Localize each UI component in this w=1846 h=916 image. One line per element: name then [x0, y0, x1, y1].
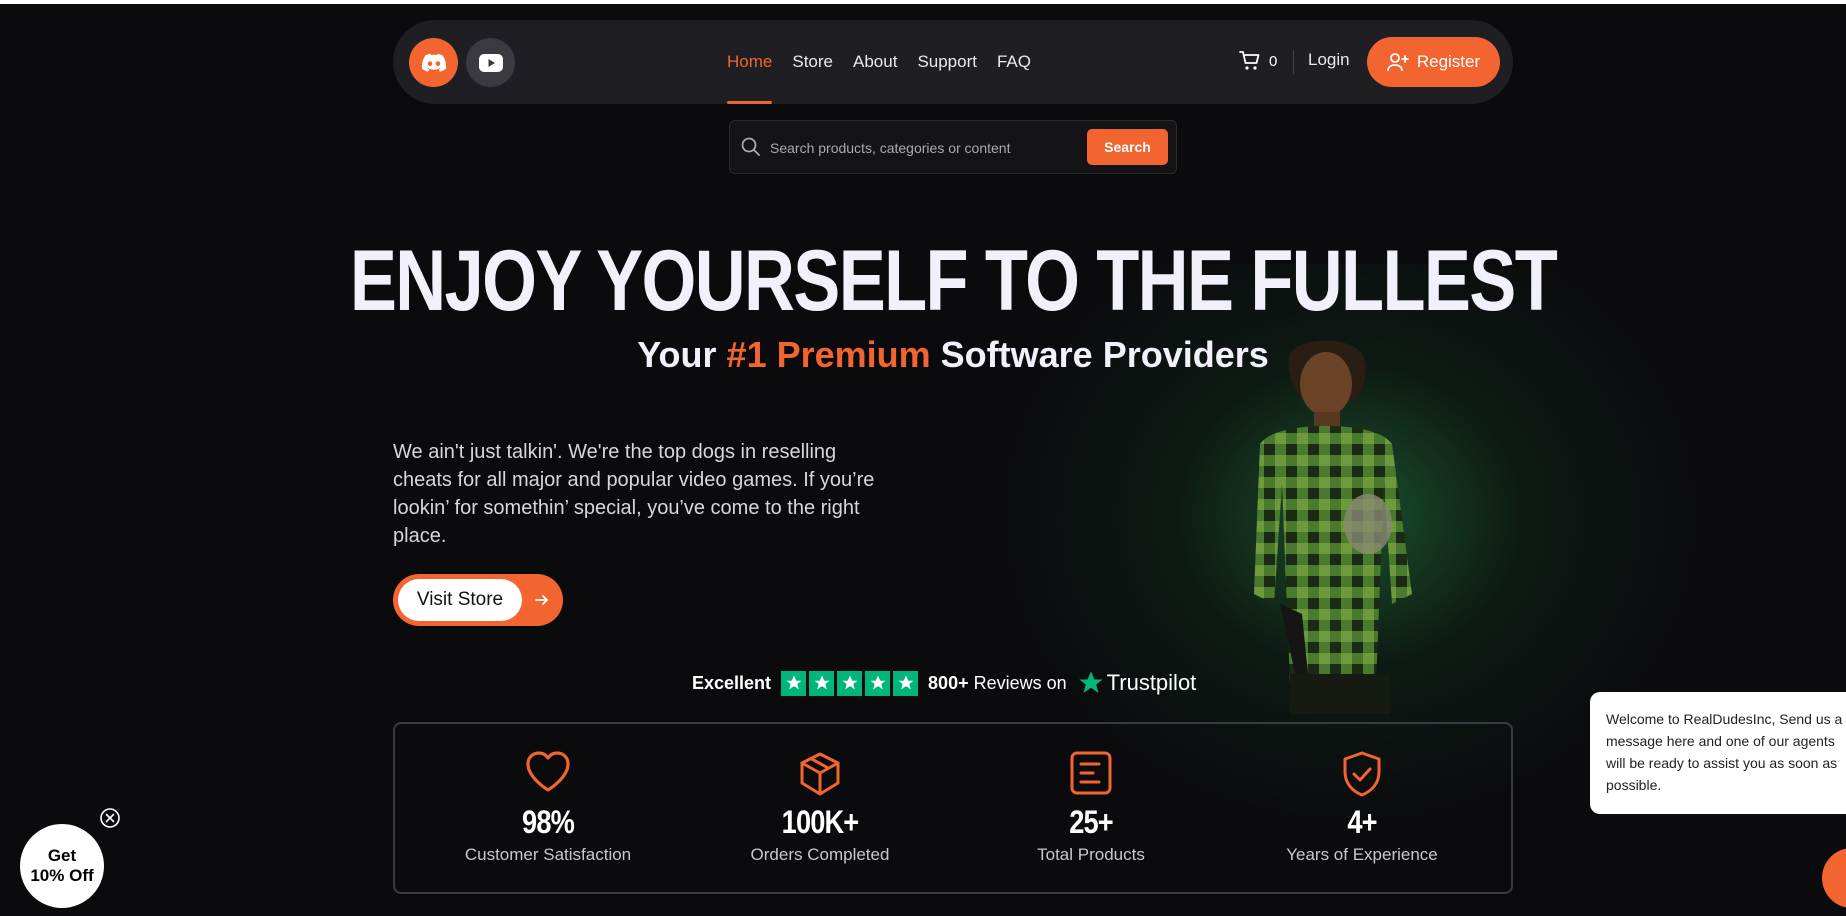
star-icon — [865, 670, 891, 696]
login-link[interactable]: Login — [1308, 50, 1350, 70]
discord-button[interactable] — [409, 38, 458, 87]
reviews-count: 800+ — [928, 672, 969, 693]
stat-value: 4+ — [1347, 804, 1377, 840]
stat-item: 100K+ Orders Completed — [710, 750, 930, 865]
nav-store[interactable]: Store — [792, 20, 833, 104]
stat-value: 100K+ — [781, 804, 860, 840]
chat-welcome-bubble[interactable]: Welcome to RealDudesInc, Send us a messa… — [1590, 692, 1846, 814]
hero-subheadline: Your #1 Premium Software Providers — [0, 334, 1846, 376]
discord-icon — [421, 53, 446, 72]
shield-check-icon — [1343, 751, 1381, 797]
search-icon — [741, 137, 760, 156]
arrow-right-icon — [535, 595, 548, 605]
discount-line1: Get — [47, 846, 77, 865]
stat-label: Orders Completed — [750, 845, 890, 864]
list-icon — [1070, 751, 1112, 795]
cart-button[interactable]: 0 — [1239, 50, 1277, 72]
visit-store-label: Visit Store — [398, 579, 522, 621]
trustpilot-badge[interactable]: Excellent 800+ Reviews on Trustpilot — [692, 666, 1196, 700]
cart-icon — [1239, 51, 1260, 70]
nav-divider — [1293, 50, 1294, 74]
star-icon — [809, 670, 835, 696]
stats-panel: 98% Customer Satisfaction 100K+ Orders C… — [393, 722, 1513, 894]
sub-accent: #1 Premium — [726, 334, 931, 375]
user-plus-icon — [1386, 53, 1409, 72]
stat-item: 4+ Years of Experience — [1252, 750, 1472, 865]
nav-about[interactable]: About — [853, 20, 897, 104]
register-button[interactable]: Register — [1367, 37, 1500, 87]
rating-stars — [781, 670, 919, 696]
trustpilot-star-icon — [1078, 671, 1103, 693]
heart-icon — [526, 751, 570, 792]
stat-value: 25+ — [1069, 804, 1113, 840]
star-icon — [837, 670, 863, 696]
box-icon — [800, 752, 840, 796]
discount-badge[interactable]: Get 10% Off — [20, 824, 104, 908]
stat-item: 25+ Total Products — [981, 750, 1201, 865]
hero-blurb: We ain't just talkin'. We're the top dog… — [393, 441, 875, 547]
top-navbar: Home Store About Support FAQ 0 Login Reg… — [393, 20, 1513, 104]
youtube-icon — [478, 53, 503, 72]
sub-suffix: Software Providers — [930, 334, 1269, 375]
stat-label: Total Products — [1037, 845, 1145, 864]
nav-support[interactable]: Support — [917, 20, 977, 104]
nav-faq[interactable]: FAQ — [997, 20, 1031, 104]
discount-line2: 10% Off — [30, 866, 94, 885]
sub-prefix: Your — [637, 334, 727, 375]
main-menu: Home Store About Support FAQ — [727, 20, 1031, 104]
search-bar: Search — [729, 120, 1177, 174]
rating-word: Excellent — [692, 672, 772, 693]
visit-store-button[interactable]: Visit Store — [393, 574, 563, 626]
register-label: Register — [1416, 52, 1481, 71]
star-icon — [781, 670, 807, 696]
close-icon[interactable] — [99, 807, 121, 829]
youtube-button[interactable] — [466, 38, 515, 87]
stat-label: Customer Satisfaction — [464, 845, 632, 864]
trustpilot-brand: Trustpilot — [1106, 670, 1197, 695]
trustpilot-logo: Trustpilot — [1077, 669, 1197, 697]
cart-count: 0 — [1269, 52, 1278, 70]
reviews-text: 800+ Reviews on — [928, 673, 1067, 694]
chat-launcher-button[interactable] — [1822, 848, 1846, 908]
nav-home[interactable]: Home — [727, 20, 773, 104]
reviews-on: Reviews on — [968, 672, 1067, 693]
star-icon — [893, 670, 919, 696]
stat-value: 98% — [522, 804, 575, 840]
stat-item: 98% Customer Satisfaction — [438, 750, 658, 865]
search-input[interactable] — [770, 133, 1070, 163]
hero-headline: ENJOY YOURSELF TO THE FULLEST — [349, 233, 1558, 329]
stat-label: Years of Experience — [1286, 845, 1438, 864]
search-button[interactable]: Search — [1087, 129, 1168, 165]
character-illustration — [1254, 340, 1412, 714]
